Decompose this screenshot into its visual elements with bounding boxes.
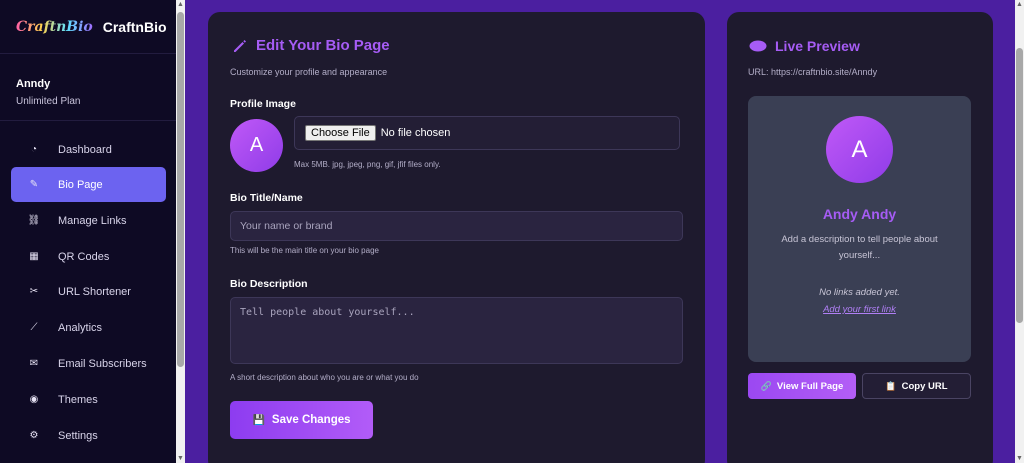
scroll-up-arrow-icon[interactable]: ▲ <box>1015 0 1024 9</box>
gear-icon: ⚙ <box>29 430 39 441</box>
sidebar-item-analytics[interactable]: ⟋ Analytics <box>11 310 166 345</box>
user-info: Anndy Unlimited Plan <box>0 54 176 121</box>
link-icon: 🔗 <box>760 380 772 391</box>
profile-image-label: Profile Image <box>230 98 296 110</box>
scroll-down-arrow-icon[interactable]: ▼ <box>1015 454 1024 463</box>
page-scrollbar[interactable]: ▲ ▼ <box>1015 0 1024 463</box>
sidebar-item-manage-links[interactable]: ⛓ Manage Links <box>11 203 166 238</box>
profile-image-input[interactable]: Choose File No file chosen <box>294 116 680 150</box>
bio-description-textarea[interactable]: Tell people about yourself... <box>230 297 683 364</box>
dashboard-icon: ◔ <box>30 144 38 155</box>
qr-code-icon: ▦ <box>29 251 39 262</box>
floppy-disk-icon: 💾 <box>252 414 265 426</box>
brand-name[interactable]: CraftnBio <box>103 19 167 35</box>
envelope-icon: ✉ <box>29 358 39 369</box>
pencil-icon <box>234 39 246 52</box>
choose-file-button[interactable]: Choose File <box>305 125 376 141</box>
live-preview-card: Live Preview URL: https://craftnbio.site… <box>727 12 993 463</box>
sidebar-item-label: QR Codes <box>58 250 110 263</box>
sidebar-item-themes[interactable]: ◉ Themes <box>11 382 166 417</box>
brand-header: CraftnBio CraftnBio <box>0 0 176 54</box>
clipboard-icon: 📋 <box>885 380 897 391</box>
editor-header: Edit Your Bio Page <box>232 37 390 54</box>
bio-description-label: Bio Description <box>230 278 308 290</box>
sidebar-item-label: Dashboard <box>58 143 112 156</box>
page-scrollbar-thumb[interactable] <box>1016 48 1023 323</box>
preview-name: Andy Andy <box>822 206 897 222</box>
edit-bio-card: Edit Your Bio Page Customize your profil… <box>208 12 705 463</box>
user-plan: Unlimited Plan <box>16 96 81 107</box>
scissors-icon: ✂ <box>29 286 39 297</box>
sidebar-item-label: Bio Page <box>58 178 103 191</box>
sidebar-item-settings[interactable]: ⚙ Settings <box>11 418 166 453</box>
view-full-page-button[interactable]: 🔗 View Full Page <box>748 373 856 399</box>
sidebar-item-label: Themes <box>58 393 98 406</box>
bio-title-hint: This will be the main title on your bio … <box>230 246 379 255</box>
preview-title: Live Preview <box>775 38 860 54</box>
sidebar-item-label: Settings <box>58 429 98 442</box>
sidebar-item-dashboard[interactable]: ◔ Dashboard <box>11 132 166 167</box>
bio-title-input[interactable]: Your name or brand <box>230 211 683 241</box>
scroll-up-arrow-icon[interactable]: ▲ <box>176 0 185 9</box>
page-subtitle: Customize your profile and appearance <box>230 67 388 77</box>
chart-icon: ⟋ <box>30 322 38 333</box>
sidebar-item-qr-codes[interactable]: ▦ QR Codes <box>11 239 166 274</box>
sidebar-scrollbar-thumb[interactable] <box>177 12 184 367</box>
palette-icon: ◉ <box>29 394 39 405</box>
file-hint: Max 5MB. jpg, jpeg, png, gif, jfif files… <box>294 160 441 169</box>
link-icon: ⛓ <box>27 215 41 226</box>
bio-title-label: Bio Title/Name <box>230 192 303 204</box>
page-title: Edit Your Bio Page <box>256 37 390 54</box>
sidebar-item-bio-page[interactable]: ✎ Bio Page <box>11 167 166 202</box>
preview-header: Live Preview <box>749 38 860 54</box>
sidebar-item-label: URL Shortener <box>58 285 131 298</box>
sidebar-item-url-shortener[interactable]: ✂ URL Shortener <box>11 274 166 309</box>
preview-no-links: No links added yet. <box>819 287 900 298</box>
copy-url-button[interactable]: 📋 Copy URL <box>862 373 971 399</box>
preview-url: URL: https://craftnbio.site/Anndy <box>748 67 878 77</box>
save-changes-button[interactable]: 💾 Save Changes <box>230 401 373 439</box>
sidebar-item-label: Email Subscribers <box>58 357 147 370</box>
view-full-page-label: View Full Page <box>776 380 844 392</box>
save-changes-label: Save Changes <box>271 414 351 426</box>
sidebar-scrollbar[interactable]: ▲ ▼ <box>176 0 185 463</box>
user-name: Anndy <box>16 78 51 90</box>
sidebar-item-email-subscribers[interactable]: ✉ Email Subscribers <box>11 346 166 381</box>
copy-url-label: Copy URL <box>901 380 948 392</box>
sidebar-item-label: Analytics <box>58 321 103 334</box>
add-first-link-link[interactable]: Add your first link <box>748 304 971 315</box>
eye-icon <box>749 40 767 52</box>
edit-icon: ✎ <box>29 179 39 190</box>
scroll-down-arrow-icon[interactable]: ▼ <box>176 454 185 463</box>
sidebar-item-label: Manage Links <box>58 214 127 227</box>
brand-logo[interactable]: CraftnBio <box>16 19 93 35</box>
preview-description: Add a description to tell people about y… <box>781 234 938 261</box>
sidebar: CraftnBio CraftnBio Anndy Unlimited Plan… <box>0 0 176 463</box>
file-status: No file chosen <box>380 127 451 139</box>
bio-description-hint: A short description about who you are or… <box>230 373 419 382</box>
avatar: A <box>230 119 283 172</box>
preview-frame: A Andy Andy Add a description to tell pe… <box>748 96 971 362</box>
preview-avatar: A <box>826 116 893 183</box>
